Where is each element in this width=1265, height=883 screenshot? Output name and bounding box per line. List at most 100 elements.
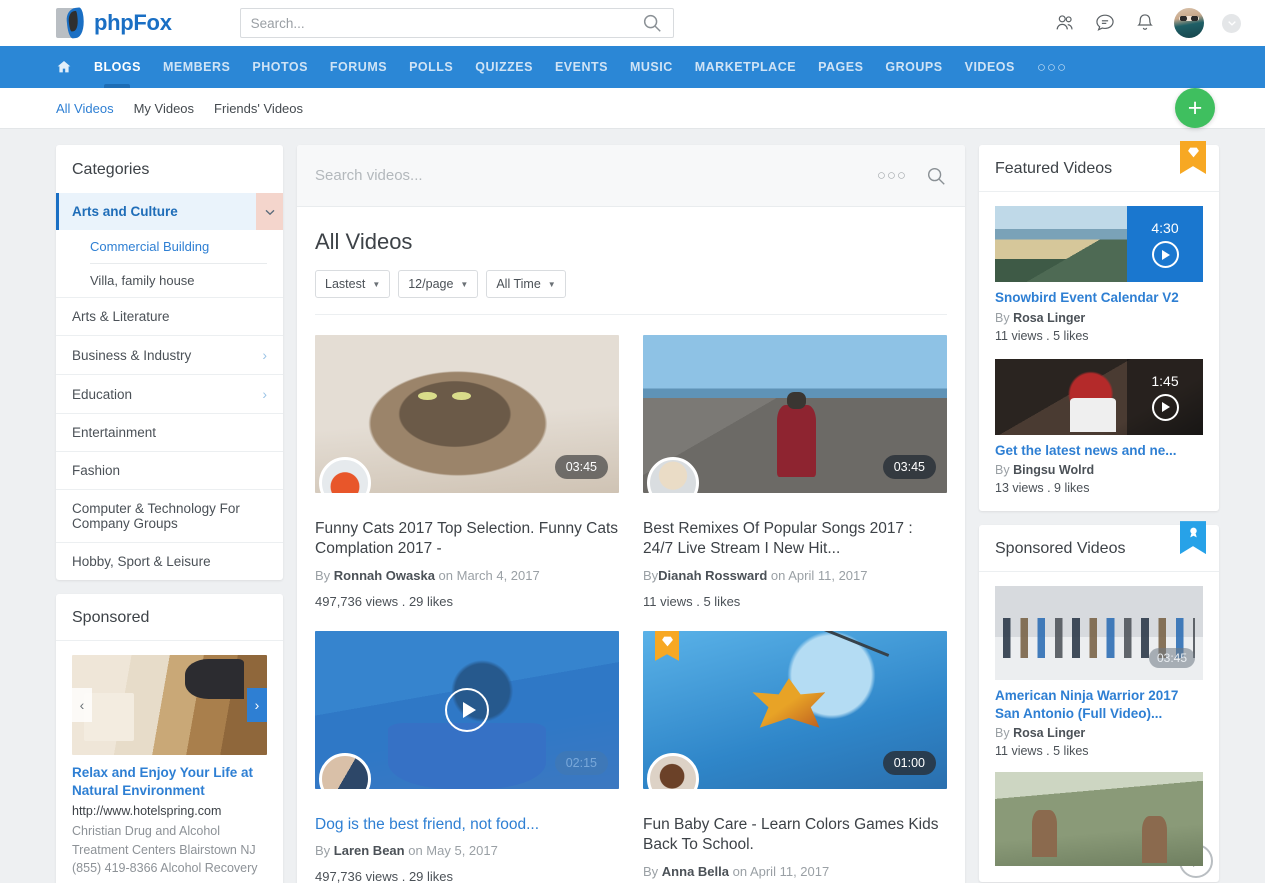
messages-icon[interactable] — [1094, 12, 1116, 34]
video-duration: 1:45 — [1151, 373, 1178, 389]
nav-item-videos[interactable]: VIDEOS — [965, 46, 1015, 88]
category-item-hobby-sport-leisure[interactable]: Hobby, Sport & Leisure — [56, 542, 283, 580]
mountain-hiker-thumbnail[interactable]: 03:45 — [643, 335, 947, 493]
ad-prev-button[interactable]: ‹ — [72, 688, 92, 722]
business-crowd-thumbnail[interactable]: 03:45 — [995, 586, 1203, 680]
ad-next-button[interactable]: › — [247, 688, 267, 722]
dog-bucket-thumbnail[interactable]: 02:15 — [315, 631, 619, 789]
video-author[interactable]: Anna Bella — [662, 864, 729, 879]
per-page-filter[interactable]: 12/page ▼ — [398, 270, 478, 298]
search-submit-icon[interactable] — [925, 165, 947, 187]
nav-item-polls[interactable]: POLLS — [409, 46, 453, 88]
sponsored-ad-description: Christian Drug and Alcohol Treatment Cen… — [72, 822, 267, 876]
site-logo[interactable]: phpFox — [56, 8, 172, 38]
video-meta: By Anna Bella on April 11, 2017 — [643, 864, 947, 879]
video-author[interactable]: Laren Bean — [334, 843, 405, 858]
friends-icon[interactable] — [1054, 12, 1076, 34]
global-search-input[interactable] — [251, 16, 641, 31]
snow-mountain-thumbnail[interactable]: 4:30 — [995, 206, 1203, 282]
notifications-icon[interactable] — [1134, 12, 1156, 34]
logo-text: phpFox — [94, 10, 172, 36]
nav-item-members[interactable]: MEMBERS — [163, 46, 230, 88]
cat-thumbnail[interactable]: 03:45 — [315, 335, 619, 493]
sponsored-ad-title[interactable]: Relax and Enjoy Your Life at Natural Env… — [72, 764, 267, 800]
category-item-arts-and-culture[interactable]: Arts and Culture — [56, 193, 283, 230]
play-icon[interactable] — [1152, 394, 1179, 421]
video-card[interactable]: 03:45 Funny Cats 2017 Top Selection. Fun… — [315, 335, 619, 609]
category-label: Arts and Culture — [72, 204, 178, 219]
video-card[interactable]: 01:00 Fun Baby Care - Learn Colors Games… — [643, 631, 947, 883]
sponsored-video-item[interactable]: 03:45 American Ninja Warrior 2017 San An… — [995, 586, 1203, 758]
baseball-batter-thumbnail[interactable]: 1:45 — [995, 359, 1203, 435]
subnav-item-all-videos[interactable]: All Videos — [56, 101, 114, 116]
video-title[interactable]: Funny Cats 2017 Top Selection. Funny Cat… — [315, 519, 619, 560]
nav-item-music[interactable]: MUSIC — [630, 46, 673, 88]
category-item-education[interactable]: Education › — [56, 374, 283, 413]
video-card[interactable]: 03:45 Best Remixes Of Popular Songs 2017… — [643, 335, 947, 609]
nav-item-quizzes[interactable]: QUIZZES — [475, 46, 533, 88]
sponsored-video-item[interactable] — [995, 772, 1203, 866]
video-title[interactable]: Dog is the best friend, not food... — [315, 815, 619, 835]
category-item-entertainment[interactable]: Entertainment — [56, 413, 283, 451]
sponsored-ad-url[interactable]: http://www.hotelspring.com — [72, 804, 267, 818]
global-search[interactable] — [240, 8, 674, 38]
right-sidebar: Featured Videos 4:30 Snowbird Event Cale… — [979, 145, 1219, 882]
home-icon[interactable] — [56, 59, 72, 75]
account-menu-button[interactable] — [1222, 14, 1241, 33]
filter-row: Lastest ▼ 12/page ▼ All Time ▼ — [315, 270, 947, 298]
video-author[interactable]: Dianah Rossward — [658, 568, 767, 583]
sponsored-ad-image[interactable]: ‹ › — [72, 655, 267, 755]
blonde-woman-avatar[interactable] — [647, 457, 699, 493]
featured-video-play-panel[interactable]: 1:45 — [1127, 359, 1203, 435]
category-item-fashion[interactable]: Fashion — [56, 451, 283, 489]
subcategory-commercial-building[interactable]: Commercial Building — [56, 230, 283, 263]
video-search-input[interactable] — [315, 167, 877, 184]
time-filter-label: All Time — [496, 277, 540, 291]
nav-item-marketplace[interactable]: MARKETPLACE — [695, 46, 796, 88]
categories-panel: Categories Arts and Culture Commercial B… — [56, 145, 283, 580]
subnav-item-my-videos[interactable]: My Videos — [134, 101, 194, 116]
nav-item-groups[interactable]: GROUPS — [885, 46, 942, 88]
nav-item-forums[interactable]: FORUMS — [330, 46, 387, 88]
featured-video-play-panel[interactable]: 4:30 — [1127, 206, 1203, 282]
video-title[interactable]: Best Remixes Of Popular Songs 2017 : 24/… — [643, 519, 947, 560]
subnav-item-friends-videos[interactable]: Friends' Videos — [214, 101, 303, 116]
time-filter[interactable]: All Time ▼ — [486, 270, 565, 298]
category-item-computer-technology[interactable]: Computer & Technology For Company Groups — [56, 489, 283, 542]
firetruck-avatar[interactable] — [319, 457, 371, 493]
featured-video-author[interactable]: Rosa Linger — [1013, 311, 1085, 325]
search-icon[interactable] — [641, 12, 663, 34]
nav-more-icon[interactable]: ○○○ — [1037, 59, 1067, 76]
girl-avatar[interactable] — [647, 753, 699, 789]
search-options-icon[interactable]: ○○○ — [877, 167, 907, 184]
play-icon[interactable] — [1152, 241, 1179, 268]
sponsored-video-author[interactable]: Rosa Linger — [1013, 726, 1085, 740]
category-item-business-industry[interactable]: Business & Industry › — [56, 335, 283, 374]
nav-item-events[interactable]: EVENTS — [555, 46, 608, 88]
sponsored-video-title[interactable]: American Ninja Warrior 2017 San Antonio … — [995, 687, 1203, 722]
video-search-bar[interactable]: ○○○ — [297, 145, 965, 207]
chevron-right-icon: › — [262, 386, 267, 402]
nav-item-pages[interactable]: PAGES — [818, 46, 863, 88]
featured-video-author[interactable]: Bingsu Wolrd — [1013, 463, 1094, 477]
category-expand-toggle[interactable] — [256, 193, 283, 230]
by-prefix: By — [643, 568, 658, 583]
add-video-button[interactable]: + — [1175, 88, 1215, 128]
chevron-down-icon — [264, 206, 276, 218]
nav-item-blogs[interactable]: BLOGS — [94, 46, 141, 88]
user-avatar[interactable] — [1174, 8, 1204, 38]
video-card[interactable]: 02:15 Dog is the best friend, not food..… — [315, 631, 619, 883]
autumn-leaf-thumbnail[interactable]: 01:00 — [643, 631, 947, 789]
kids-river-thumbnail[interactable] — [995, 772, 1203, 866]
subcategory-villa-family-house[interactable]: Villa, family house — [56, 264, 283, 297]
featured-video-title[interactable]: Snowbird Event Calendar V2 — [995, 289, 1203, 307]
nav-item-photos[interactable]: PHOTOS — [252, 46, 308, 88]
play-icon[interactable] — [445, 688, 489, 732]
sort-filter[interactable]: Lastest ▼ — [315, 270, 390, 298]
featured-video-item[interactable]: 1:45 Get the latest news and ne... By Bi… — [995, 359, 1203, 496]
video-title[interactable]: Fun Baby Care - Learn Colors Games Kids … — [643, 815, 947, 856]
video-author[interactable]: Ronnah Owaska — [334, 568, 435, 583]
category-item-arts-literature[interactable]: Arts & Literature — [56, 297, 283, 335]
featured-video-item[interactable]: 4:30 Snowbird Event Calendar V2 By Rosa … — [995, 206, 1203, 343]
featured-video-title[interactable]: Get the latest news and ne... — [995, 442, 1203, 460]
